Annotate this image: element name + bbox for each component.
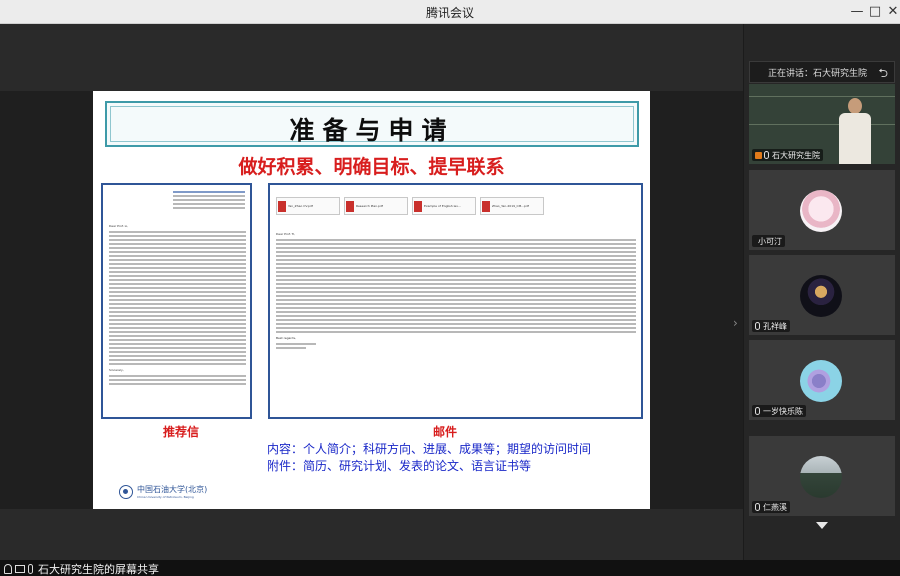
avatar — [800, 456, 842, 498]
mic-icon — [755, 407, 760, 415]
email-closing: Best regards, — [276, 336, 296, 340]
email-attachments-line: 附件：简历、研究计划、发表的论文、语言证书等 — [267, 459, 532, 473]
shared-slide: 准备与申请 做好积累、明确目标、提早联系 Dear Prof. Li, Sinc… — [93, 91, 650, 509]
meeting-window: 腾讯会议 — □ ✕ › 准备与申请 做好积累、明确目标、提早联系 Dear P… — [0, 0, 900, 576]
bottom-bar: 石大研究生院的屏幕共享 — [0, 560, 900, 576]
screen-share-label: 石大研究生院的屏幕共享 — [38, 563, 159, 576]
person-icon[interactable] — [4, 564, 12, 574]
screen-share-icon — [15, 565, 25, 573]
more-participants-icon[interactable] — [816, 522, 828, 529]
participant-name: 仁燕溪 — [763, 502, 787, 512]
speaker-header: 正在讲话：石大研究生院 ⮌ — [749, 61, 895, 83]
mic-icon — [755, 503, 760, 511]
attachment-item: Zhao_Yan-2019_CM...pdf — [480, 197, 544, 215]
pdf-icon — [482, 200, 490, 212]
participant-name: 一岁快乐陈 — [763, 406, 803, 416]
label-email: 邮件 — [433, 425, 458, 439]
email-greeting: Dear Prof. Ti, — [276, 232, 296, 236]
attachment-item: Research Plan.pdf — [344, 197, 408, 215]
host-icon — [755, 151, 762, 159]
minimize-icon[interactable]: — — [848, 3, 866, 21]
avatar — [800, 190, 842, 232]
pdf-icon — [278, 200, 286, 212]
participant-tile[interactable]: 仁燕溪 — [749, 436, 895, 516]
participant-tile[interactable]: 小可汀 — [749, 170, 895, 250]
participant-tile[interactable]: 孔祥峰 — [749, 255, 895, 335]
letter-closing: Sincerely, — [109, 368, 124, 372]
participant-tile-video[interactable]: 石大研究生院 — [749, 84, 895, 164]
email-attachments: Yan_Zhao CV.pdf Research Plan.pdf Exampl… — [276, 197, 636, 215]
close-icon[interactable]: ✕ — [884, 3, 900, 21]
maximize-icon[interactable]: □ — [866, 3, 884, 21]
mic-icon[interactable] — [28, 564, 33, 574]
label-recommendation-letter: 推荐信 — [162, 425, 199, 439]
mic-icon — [755, 322, 760, 330]
pdf-icon — [414, 200, 422, 212]
university-logo: 中国石油大学(北京) China University of Petroleum… — [119, 484, 207, 499]
speaker-header-label: 正在讲话：石大研究生院 — [768, 69, 868, 79]
pdf-icon — [346, 200, 354, 212]
avatar — [800, 275, 842, 317]
letter-greeting: Dear Prof. Li, — [109, 224, 129, 228]
email-image: Yan_Zhao CV.pdf Research Plan.pdf Exampl… — [268, 183, 643, 419]
attachment-item: Example of English lev... — [412, 197, 476, 215]
mic-icon — [764, 151, 769, 159]
slide-title: 准备与申请 — [289, 116, 455, 145]
slide-subtitle: 做好积累、明确目标、提早联系 — [238, 156, 505, 178]
attachment-item: Yan_Zhao CV.pdf — [276, 197, 340, 215]
slide-title-box: 准备与申请 — [105, 101, 639, 147]
window-title: 腾讯会议 — [425, 6, 474, 20]
collapse-panel-icon[interactable]: › — [733, 316, 738, 330]
speaker-video — [837, 98, 873, 164]
participant-tile[interactable]: 一岁快乐陈 — [749, 340, 895, 420]
participant-name: 小可汀 — [758, 236, 782, 246]
email-content-line: 内容：个人简介；科研方向、进展、成果等；期望的访问时间 — [267, 442, 592, 456]
participant-name: 石大研究生院 — [772, 150, 820, 160]
back-arrow-icon[interactable]: ⮌ — [878, 64, 888, 85]
avatar — [800, 360, 842, 402]
recommendation-letter-image: Dear Prof. Li, Sincerely, — [101, 183, 252, 419]
participants-panel: 正在讲话：石大研究生院 ⮌ 石大研究生院 小可汀 孔祥峰 一岁快乐陈 仁燕溪 — [744, 24, 900, 560]
seal-icon — [119, 484, 133, 499]
title-bar: 腾讯会议 — □ ✕ — [0, 0, 900, 24]
participant-name: 孔祥峰 — [763, 321, 787, 331]
